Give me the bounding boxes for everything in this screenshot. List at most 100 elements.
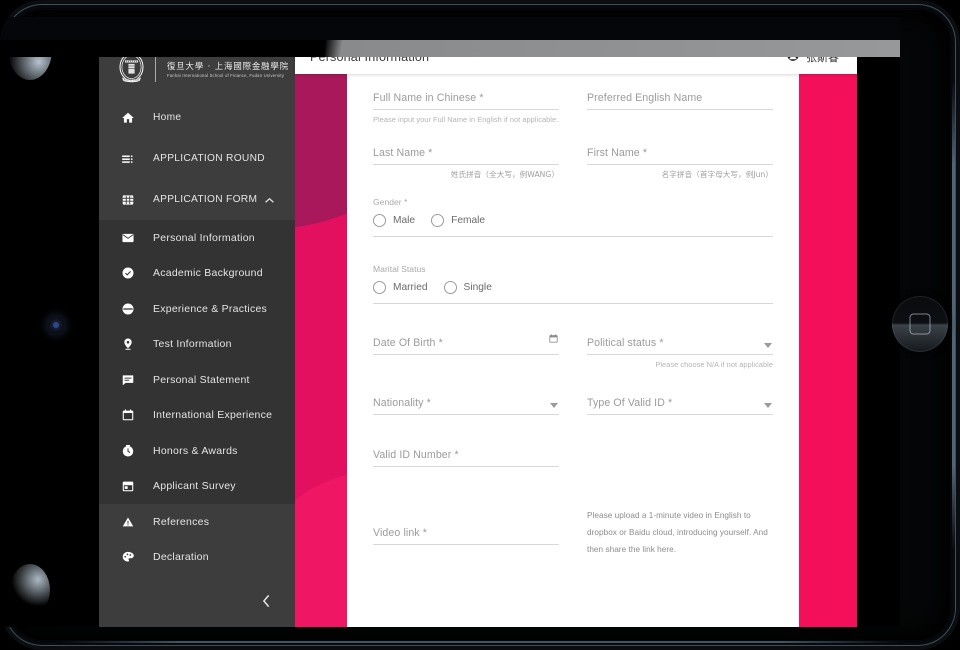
tablet-device-frame: FUDAN 1905 復旦大學 · 上海國際金融學院 Fanhai Intern bbox=[0, 0, 960, 650]
chevron-down-icon[interactable] bbox=[764, 343, 772, 349]
type-of-valid-id-label: Type Of Valid ID * bbox=[587, 396, 673, 409]
sidebar-item-label: Test Information bbox=[153, 338, 232, 351]
sidebar-item-label: Declaration bbox=[153, 551, 209, 564]
sidebar-item-international-experience[interactable]: International Experience bbox=[99, 398, 295, 434]
sidebar-item-academic-background[interactable]: Academic Background bbox=[99, 256, 295, 292]
sidebar-collapse-button[interactable] bbox=[99, 583, 295, 619]
video-link-note: Please upload a 1-minute video in Englis… bbox=[587, 510, 768, 555]
disc-icon bbox=[119, 300, 136, 317]
sidebar-item-references[interactable]: References bbox=[99, 504, 295, 540]
marital-option-label: Single bbox=[463, 282, 492, 294]
last-name-field[interactable]: Last Name * bbox=[373, 147, 559, 166]
video-link-field[interactable]: Video link * bbox=[373, 527, 559, 545]
location-pin-icon bbox=[119, 336, 136, 353]
chat-bubble-icon bbox=[119, 371, 136, 388]
field-underline bbox=[587, 354, 773, 356]
gender-group: Gender * Male Female bbox=[347, 197, 799, 238]
chevron-left-icon bbox=[262, 594, 271, 608]
field-underline bbox=[373, 465, 559, 467]
full-name-chinese-label: Full Name in Chinese * bbox=[373, 92, 484, 104]
sidebar-item-applicant-survey[interactable]: Applicant Survey bbox=[99, 469, 295, 505]
gender-radio-female[interactable]: Female bbox=[431, 214, 486, 228]
marital-status-group: Marital Status Married Single bbox=[347, 264, 799, 305]
home-button-square-icon bbox=[909, 313, 931, 335]
form-row-nationality-id: Nationality * Type Of Valid ID * bbox=[347, 397, 799, 415]
sidebar-item-label: Personal Information bbox=[153, 231, 255, 244]
calendar-icon[interactable] bbox=[548, 331, 559, 349]
full-name-chinese-hint: Please input your Full Name in English i… bbox=[373, 115, 559, 124]
political-status-field[interactable]: Political status * bbox=[587, 337, 773, 356]
field-underline bbox=[587, 413, 773, 415]
sidebar-item-application-round[interactable]: APPLICATION ROUND bbox=[99, 138, 295, 179]
sidebar-item-label: References bbox=[153, 515, 210, 528]
mail-icon bbox=[119, 229, 136, 246]
gender-option-label: Female bbox=[451, 215, 486, 227]
field-underline bbox=[373, 543, 559, 545]
sidebar-item-label: International Experience bbox=[153, 409, 273, 422]
marital-status-label: Marital Status bbox=[373, 264, 426, 275]
political-status-hint: Please choose N/A if not applicable bbox=[655, 360, 773, 370]
sidebar-item-label: APPLICATION ROUND bbox=[153, 153, 265, 164]
sidebar-item-home[interactable]: Home bbox=[99, 97, 295, 138]
page-header: Personal Information 张斯睿 bbox=[295, 40, 857, 74]
first-name-hint: 名字拼音（首字母大写，例Jun） bbox=[661, 170, 773, 180]
brand-logo: FUDAN 1905 復旦大學 · 上海國際金融學院 Fanhai Intern bbox=[99, 40, 295, 97]
account-circle-icon bbox=[786, 48, 800, 67]
home-icon bbox=[119, 109, 136, 126]
gender-option-label: Male bbox=[393, 215, 416, 227]
clock-icon bbox=[119, 442, 136, 459]
svg-text:FUDAN 1905: FUDAN 1905 bbox=[124, 79, 140, 82]
bezel-highlight-bottom bbox=[60, 641, 900, 643]
sidebar-subgroup-tail: References Declaration bbox=[99, 504, 295, 575]
first-name-field[interactable]: First Name * bbox=[587, 147, 773, 166]
calendar-event-icon bbox=[119, 478, 136, 495]
nationality-label: Nationality * bbox=[373, 396, 431, 409]
sidebar-item-label: Home bbox=[153, 112, 182, 123]
list-icon bbox=[119, 150, 136, 167]
first-name-label: First Name * bbox=[587, 147, 648, 160]
sidebar-item-declaration[interactable]: Declaration bbox=[99, 540, 295, 576]
tablet-screen: FUDAN 1905 復旦大學 · 上海國際金融學院 Fanhai Intern bbox=[0, 17, 900, 627]
user-menu[interactable]: 张斯睿 bbox=[786, 48, 839, 67]
video-link-label: Video link * bbox=[373, 526, 428, 539]
sidebar-item-label: APPLICATION FORM bbox=[153, 194, 258, 205]
field-underline bbox=[587, 109, 773, 110]
field-underline bbox=[587, 164, 773, 166]
home-button[interactable] bbox=[892, 296, 948, 352]
marital-option-label: Married bbox=[393, 282, 428, 294]
marital-underline bbox=[373, 303, 773, 305]
date-of-birth-label: Date Of Birth * bbox=[373, 337, 443, 350]
calendar-icon bbox=[119, 407, 136, 424]
sidebar-item-experience-practices[interactable]: Experience & Practices bbox=[99, 291, 295, 327]
type-of-valid-id-field[interactable]: Type Of Valid ID * bbox=[587, 397, 773, 415]
full-name-chinese-field[interactable]: Full Name in Chinese * bbox=[373, 92, 559, 110]
university-crest-icon: FUDAN 1905 bbox=[117, 52, 146, 85]
preferred-english-name-field[interactable]: Preferred English Name bbox=[587, 92, 773, 110]
field-underline bbox=[373, 413, 559, 415]
gender-underline bbox=[373, 236, 773, 238]
gender-radio-male[interactable]: Male bbox=[373, 214, 416, 228]
brand-divider bbox=[155, 55, 156, 82]
sidebar-subgroup-application-form: Personal Information Academic Background bbox=[99, 220, 295, 504]
marital-radio-married[interactable]: Married bbox=[373, 281, 428, 295]
last-name-label: Last Name * bbox=[373, 147, 433, 160]
sidebar-item-test-information[interactable]: Test Information bbox=[99, 327, 295, 363]
sidebar-item-honors-awards[interactable]: Honors & Awards bbox=[99, 433, 295, 469]
sidebar-item-personal-information[interactable]: Personal Information bbox=[99, 220, 295, 256]
sidebar-item-application-form[interactable]: APPLICATION FORM bbox=[99, 179, 295, 220]
marital-radio-single[interactable]: Single bbox=[443, 281, 492, 295]
sidebar-item-label: Honors & Awards bbox=[153, 444, 238, 457]
chevron-down-icon[interactable] bbox=[550, 402, 558, 408]
brand-name-chinese: 復旦大學 · 上海國際金融學院 bbox=[167, 60, 289, 71]
date-of-birth-field[interactable]: Date Of Birth * bbox=[373, 334, 559, 356]
chevron-down-icon[interactable] bbox=[764, 402, 772, 408]
valid-id-number-field[interactable]: Valid ID Number * bbox=[373, 449, 559, 467]
nationality-field[interactable]: Nationality * bbox=[373, 397, 559, 415]
radio-circle-icon bbox=[443, 281, 457, 295]
gender-label: Gender * bbox=[373, 197, 408, 208]
sidebar-item-label: Personal Statement bbox=[153, 373, 250, 386]
screen-top-edge bbox=[0, 17, 900, 40]
sidebar-item-personal-statement[interactable]: Personal Statement bbox=[99, 362, 295, 398]
palette-icon bbox=[119, 549, 136, 566]
valid-id-number-label: Valid ID Number * bbox=[373, 448, 459, 461]
